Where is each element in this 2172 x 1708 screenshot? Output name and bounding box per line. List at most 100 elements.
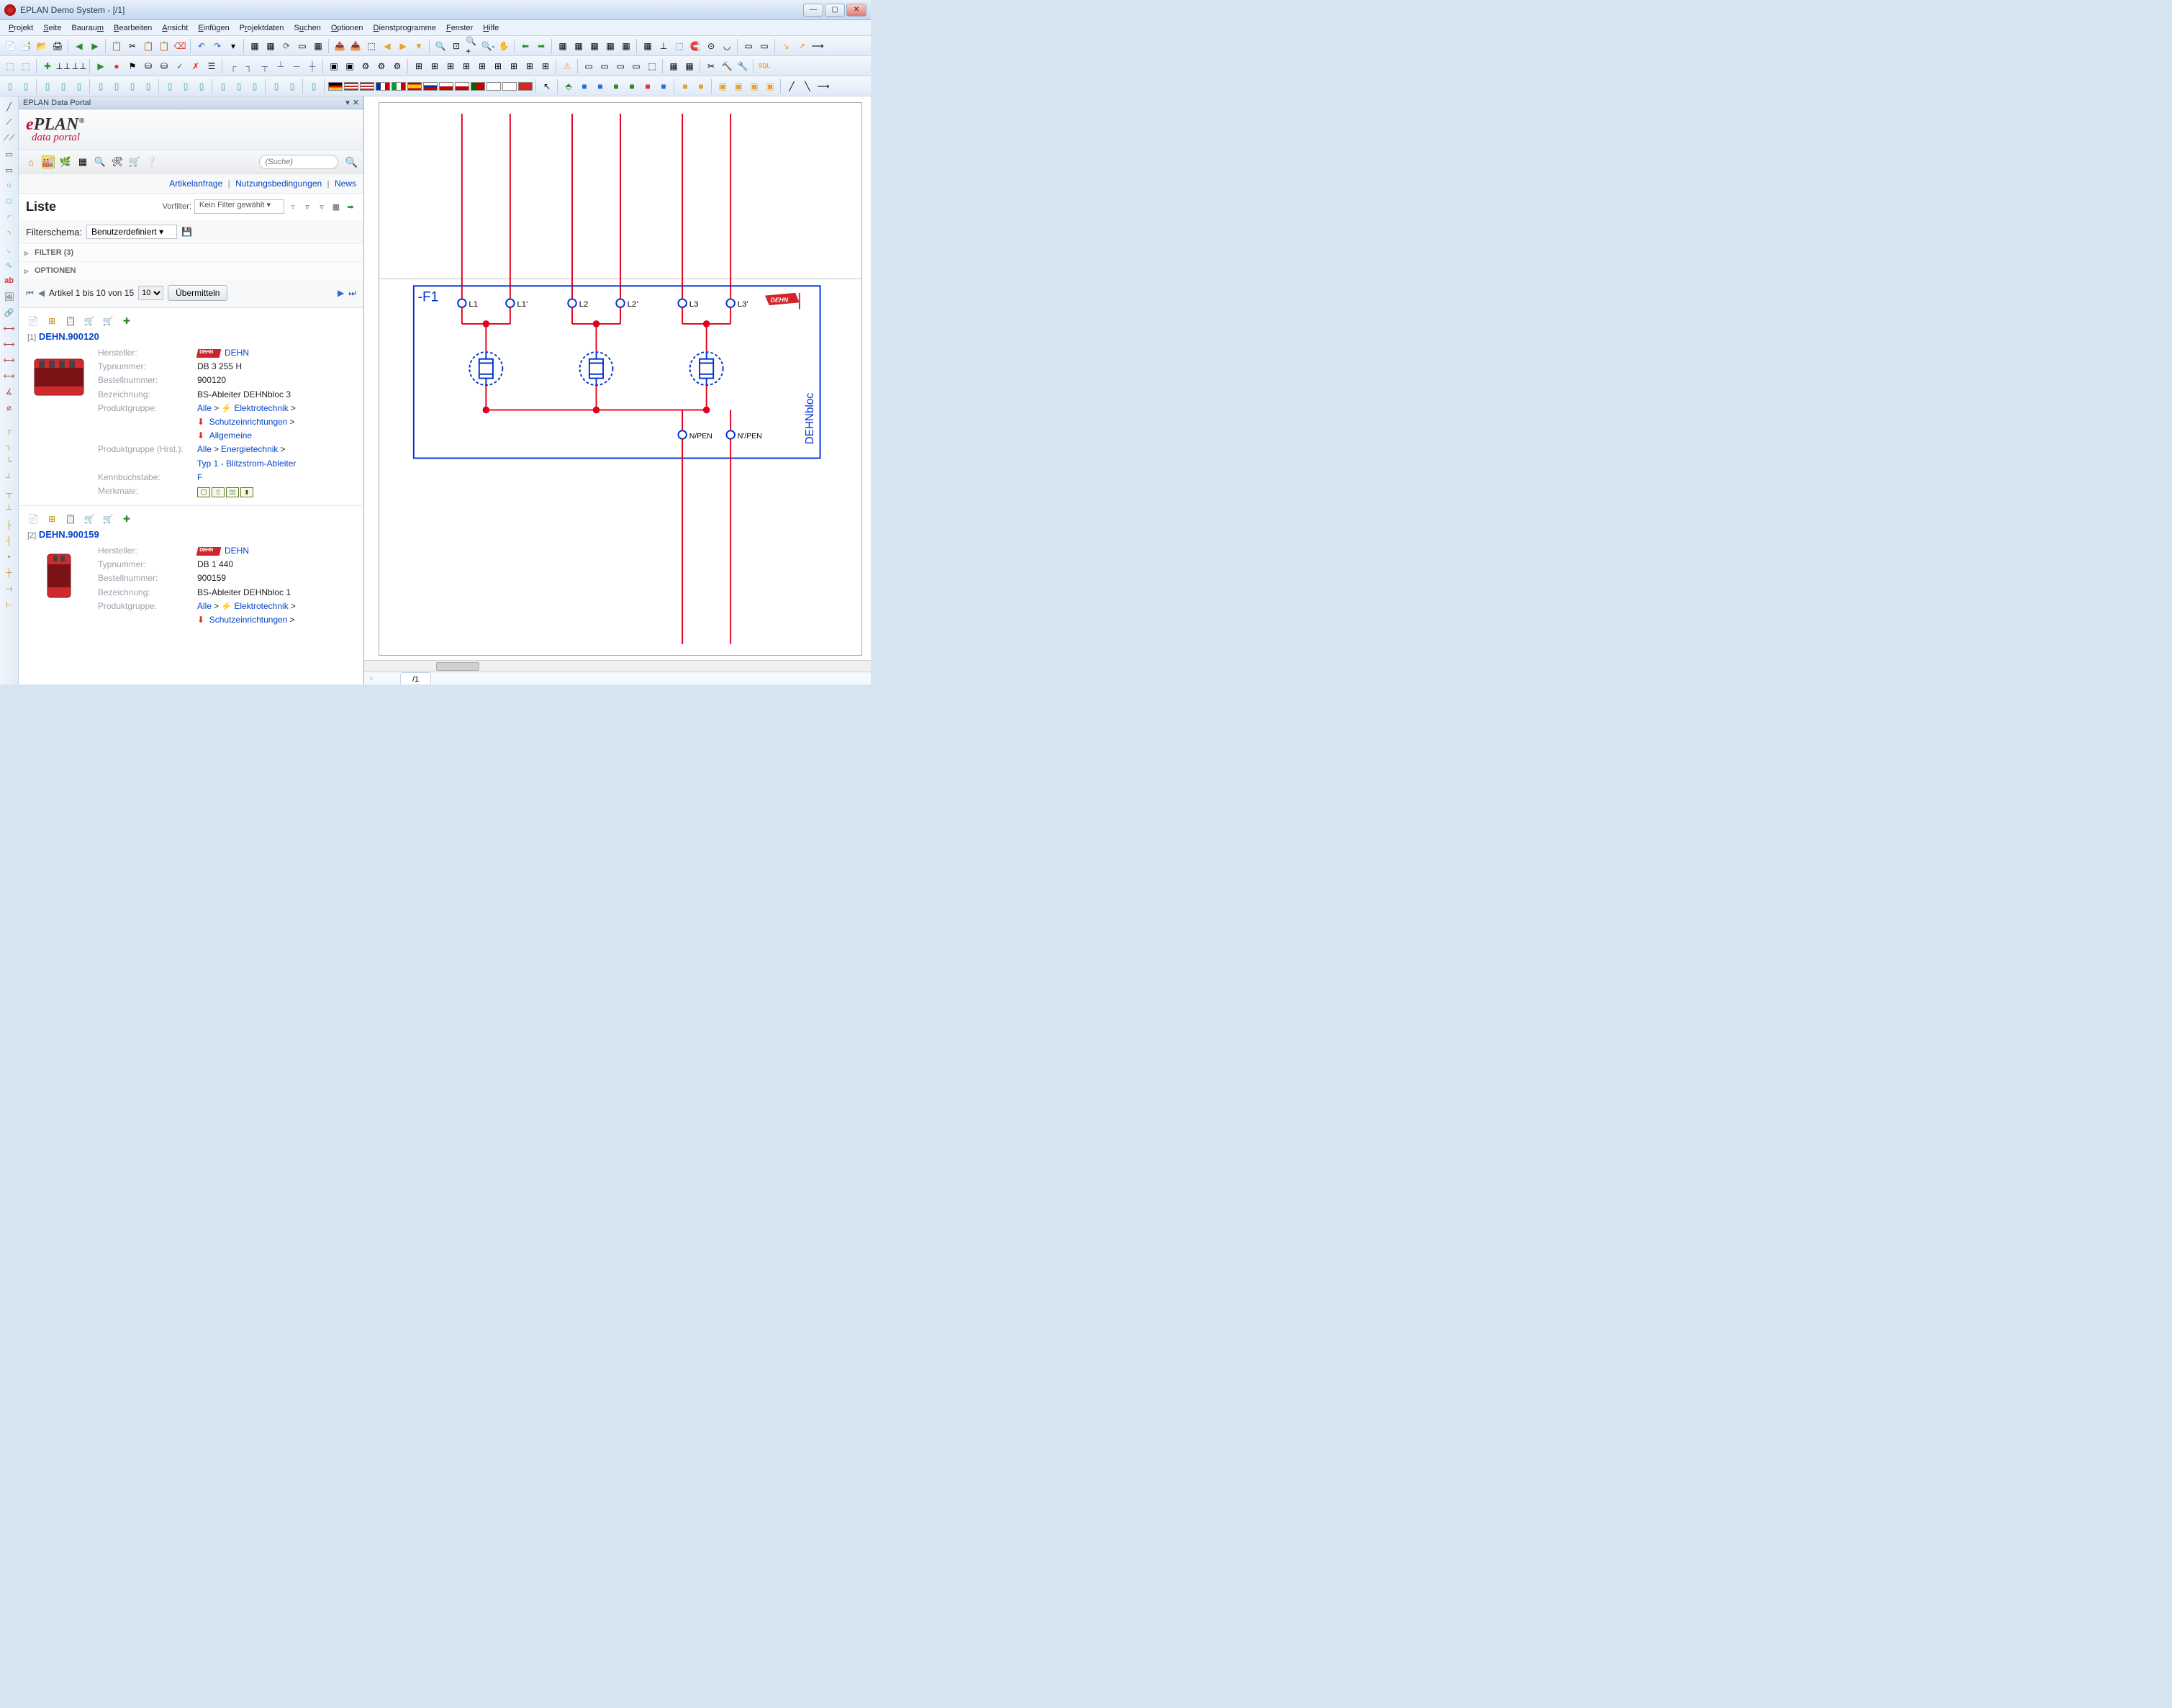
tb-refresh-icon[interactable]: ⟳ <box>279 39 294 53</box>
item-code-link[interactable]: DEHN.900120 <box>39 331 99 342</box>
cart-icon[interactable]: 🛒 <box>128 155 141 168</box>
panel-close-icon[interactable]: ✕ <box>353 98 359 107</box>
vt-c7-icon[interactable]: ├ <box>2 518 17 533</box>
tb3-dev1-icon[interactable]: ▯ <box>3 79 17 94</box>
tb3-cursor-icon[interactable]: ↖ <box>540 79 554 94</box>
vt-line-icon[interactable]: ╱ <box>2 99 17 114</box>
menu-fenster[interactable]: Fenster <box>442 22 477 34</box>
catalog-icon[interactable]: 🏭 <box>42 155 55 168</box>
tb3-line2-icon[interactable]: ╲ <box>800 79 815 94</box>
tb-next-icon[interactable]: ▶ <box>88 39 102 53</box>
vt-c8-icon[interactable]: ┤ <box>2 534 17 548</box>
tb2-play-icon[interactable]: ▶ <box>94 59 108 73</box>
tb2-flag-icon[interactable]: ⚑ <box>125 59 140 73</box>
tb2-stop-icon[interactable]: ● <box>109 59 124 73</box>
tb-redo-icon[interactable]: ↷ <box>210 39 225 53</box>
vt-c10-icon[interactable]: ┼ <box>2 566 17 580</box>
flag-cz-icon[interactable] <box>455 82 469 91</box>
tb2-table-icon[interactable]: ▦ <box>666 59 681 73</box>
tb2-table2-icon[interactable]: ▦ <box>682 59 697 73</box>
tb2-c4-icon[interactable]: ┴ <box>273 59 288 73</box>
link-news[interactable]: News <box>335 179 356 189</box>
tb3-line1-icon[interactable]: ╱ <box>784 79 799 94</box>
pager-last-icon[interactable]: ⏭ <box>348 288 356 299</box>
tb2-net6-icon[interactable]: ⊞ <box>491 59 505 73</box>
flag-fr-icon[interactable] <box>376 82 390 91</box>
vt-rect2-icon[interactable]: ▭ <box>2 163 17 177</box>
tab-new-icon[interactable]: ▫ <box>364 674 379 683</box>
tb2-c3-icon[interactable]: ┬ <box>258 59 272 73</box>
schematic-canvas[interactable]: -F1 DEHN L1 L1' L2 L2' L3 L3' <box>364 96 871 684</box>
tb3-sel2-icon[interactable]: ▣ <box>731 79 746 94</box>
tb3-dev2-icon[interactable]: ▯ <box>19 79 33 94</box>
tb-window-icon[interactable]: ▭ <box>295 39 309 53</box>
tb-paste2-icon[interactable]: 📋 <box>157 39 171 53</box>
tb2-gear2-icon[interactable]: ⚙ <box>374 59 389 73</box>
tb-magnet-icon[interactable]: 🧲 <box>688 39 702 53</box>
menu-optionen[interactable]: Optionen <box>327 22 368 34</box>
tb3-dev3-icon[interactable]: ▯ <box>40 79 55 94</box>
pager-next-icon[interactable]: ▶ <box>338 288 344 299</box>
tree-icon[interactable]: 🌿 <box>59 155 72 168</box>
flag-it-icon[interactable] <box>392 82 406 91</box>
tb-prev-icon[interactable]: ◀ <box>72 39 86 53</box>
tb2-plc2-icon[interactable]: ▣ <box>343 59 357 73</box>
tb3-dev5-icon[interactable]: ▯ <box>72 79 86 94</box>
tb3-dev9-icon[interactable]: ▯ <box>141 79 155 94</box>
tb2-hammer-icon[interactable]: 🔨 <box>720 59 734 73</box>
item-add-icon[interactable]: ✚ <box>121 513 132 525</box>
tb3-dev13-icon[interactable]: ▯ <box>216 79 230 94</box>
tb2-cab3-icon[interactable]: ▭ <box>613 59 628 73</box>
tb-pan-icon[interactable]: ✋ <box>497 39 511 53</box>
tb3-w3-icon[interactable]: ■ <box>593 79 607 94</box>
menu-dienstprogramme[interactable]: Dienstprogramme <box>369 22 440 34</box>
tb3-dev8-icon[interactable]: ▯ <box>125 79 140 94</box>
tb-grid2-icon[interactable]: ▦ <box>571 39 586 53</box>
vt-text-icon[interactable]: ab <box>2 274 17 288</box>
tb3-dev18-icon[interactable]: ▯ <box>307 79 321 94</box>
tb2-term2-icon[interactable]: ⊥⊥ <box>72 59 86 73</box>
item-cart2-icon[interactable]: 🛒 <box>102 513 114 525</box>
tb2-cab2-icon[interactable]: ▭ <box>597 59 612 73</box>
tb-zoomfit-icon[interactable]: ⊡ <box>449 39 463 53</box>
tb2-net8-icon[interactable]: ⊞ <box>522 59 537 73</box>
tb2-plc1-icon[interactable]: ▣ <box>327 59 341 73</box>
tb2-sym1-icon[interactable]: ⬚ <box>3 59 17 73</box>
search2-icon[interactable]: 🔍 <box>94 155 107 168</box>
filter-go-icon[interactable]: ➡ <box>345 201 356 212</box>
page-tab[interactable]: /1 <box>400 672 431 685</box>
help-icon[interactable]: ❔ <box>145 155 158 168</box>
tb-undo-icon[interactable]: ↶ <box>194 39 209 53</box>
filter-clear-icon[interactable]: ▿ <box>302 201 313 212</box>
tb3-dev16-icon[interactable]: ▯ <box>269 79 284 94</box>
tb3-w4-icon[interactable]: ■ <box>609 79 623 94</box>
vt-dim3-icon[interactable]: ⟷ <box>2 353 17 367</box>
tb2-sql-icon[interactable]: SQL <box>757 59 771 73</box>
tb3-dev7-icon[interactable]: ▯ <box>109 79 124 94</box>
tb-right-icon[interactable]: ▶ <box>396 39 410 53</box>
manufacturer-link[interactable]: DEHN <box>225 348 249 358</box>
tb3-w6-icon[interactable]: ■ <box>641 79 655 94</box>
vt-rect-icon[interactable]: ▭ <box>2 147 17 161</box>
tb3-w2-icon[interactable]: ■ <box>577 79 592 94</box>
tb2-cab1-icon[interactable]: ▭ <box>582 59 596 73</box>
tb-align-icon[interactable]: ⬚ <box>672 39 687 53</box>
tb2-cab4-icon[interactable]: ▭ <box>629 59 643 73</box>
tb-print-icon[interactable]: 🖨 <box>50 39 65 53</box>
tb-cut-icon[interactable]: ✂ <box>125 39 140 53</box>
tb-macro-icon[interactable]: ⬚ <box>364 39 379 53</box>
tb2-db-icon[interactable]: ⛁ <box>141 59 155 73</box>
vt-c5-icon[interactable]: ┬ <box>2 487 17 501</box>
item-add-icon[interactable]: ✚ <box>121 315 132 327</box>
tb-zoomwin-icon[interactable]: 🔍 <box>433 39 448 53</box>
tb-export-icon[interactable]: 📤 <box>332 39 347 53</box>
table-icon[interactable]: ▦ <box>76 155 89 168</box>
tb-box2-icon[interactable]: ▭ <box>757 39 771 53</box>
tb2-warn-icon[interactable]: ⚠ <box>560 59 574 73</box>
tb3-sel3-icon[interactable]: ▣ <box>747 79 761 94</box>
menu-suchen[interactable]: Suchen <box>290 22 325 34</box>
vt-c6-icon[interactable]: ┴ <box>2 502 17 517</box>
tb-grid1-icon[interactable]: ▦ <box>556 39 570 53</box>
tb-grid4-icon[interactable]: ▦ <box>603 39 617 53</box>
tb-left-icon[interactable]: ◀ <box>380 39 394 53</box>
